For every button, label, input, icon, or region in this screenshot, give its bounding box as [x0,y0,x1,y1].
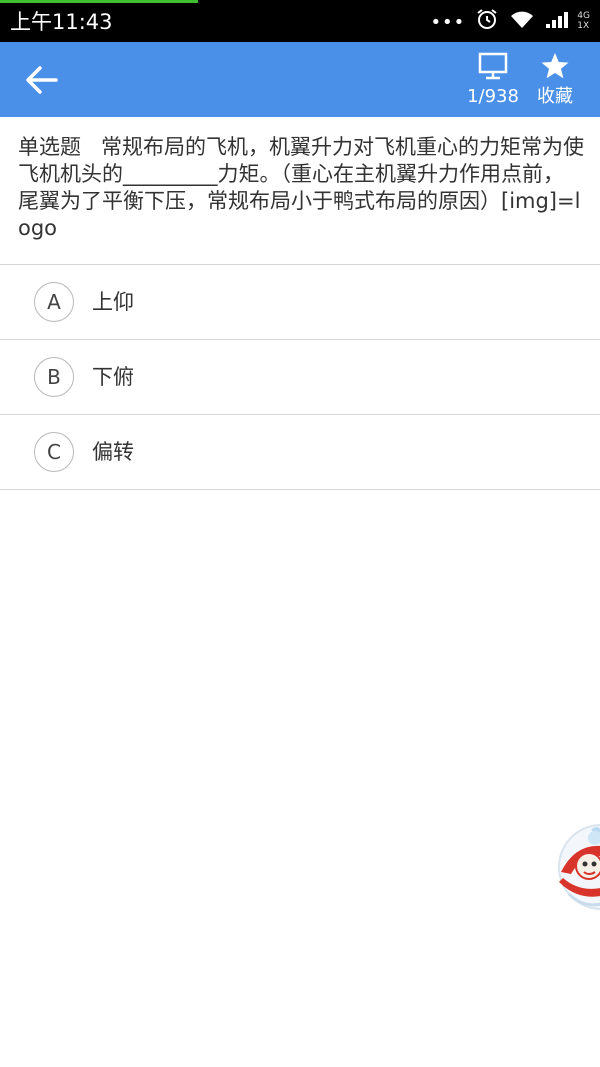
question-progress-button[interactable]: 1/938 [462,50,524,112]
back-button[interactable] [18,56,66,104]
question-text: 常规布局的飞机，机翼升力对飞机重心的力矩常为使飞机机头的_________力矩。… [18,135,584,240]
favorite-label: 收藏 [537,86,573,107]
status-icons: ••• 4G 1X [430,6,590,36]
network-type: 4G 1X [577,11,590,31]
alarm-icon [475,7,499,35]
answer-options: A 上仰 B 下俯 C 偏转 [0,265,600,490]
question-progress-label: 1/938 [467,86,519,107]
status-time: 上午11:43 [10,10,113,34]
option-text: 下俯 [92,365,134,389]
question-type: 单选题 [18,135,81,159]
signal-icon [545,9,573,33]
favorite-button[interactable]: 收藏 [530,50,580,112]
arrow-left-icon [26,66,58,94]
status-bar: 上午11:43 ••• 4G 1X [0,0,600,42]
loading-progress-bar [0,0,198,3]
app-bar: 1/938 收藏 [0,42,600,117]
question-stem: 单选题 常规布局的飞机，机翼升力对飞机重心的力矩常为使飞机机头的_________… [18,134,584,242]
option-text: 上仰 [92,290,134,314]
option-letter-badge: B [34,357,74,397]
option-b[interactable]: B 下俯 [0,340,600,415]
option-text: 偏转 [92,440,134,464]
more-dots-icon: ••• [430,12,466,33]
option-letter-badge: C [34,432,74,472]
option-c[interactable]: C 偏转 [0,415,600,490]
option-a[interactable]: A 上仰 [0,265,600,340]
wifi-icon [509,8,535,34]
mascot-icon [558,824,600,910]
network-type-label: 4G [577,11,590,21]
floating-mascot-button[interactable] [555,822,600,912]
option-letter-badge: A [34,282,74,322]
network-sub-label: 1X [577,21,590,31]
monitor-icon [478,52,508,80]
star-icon [541,53,569,79]
